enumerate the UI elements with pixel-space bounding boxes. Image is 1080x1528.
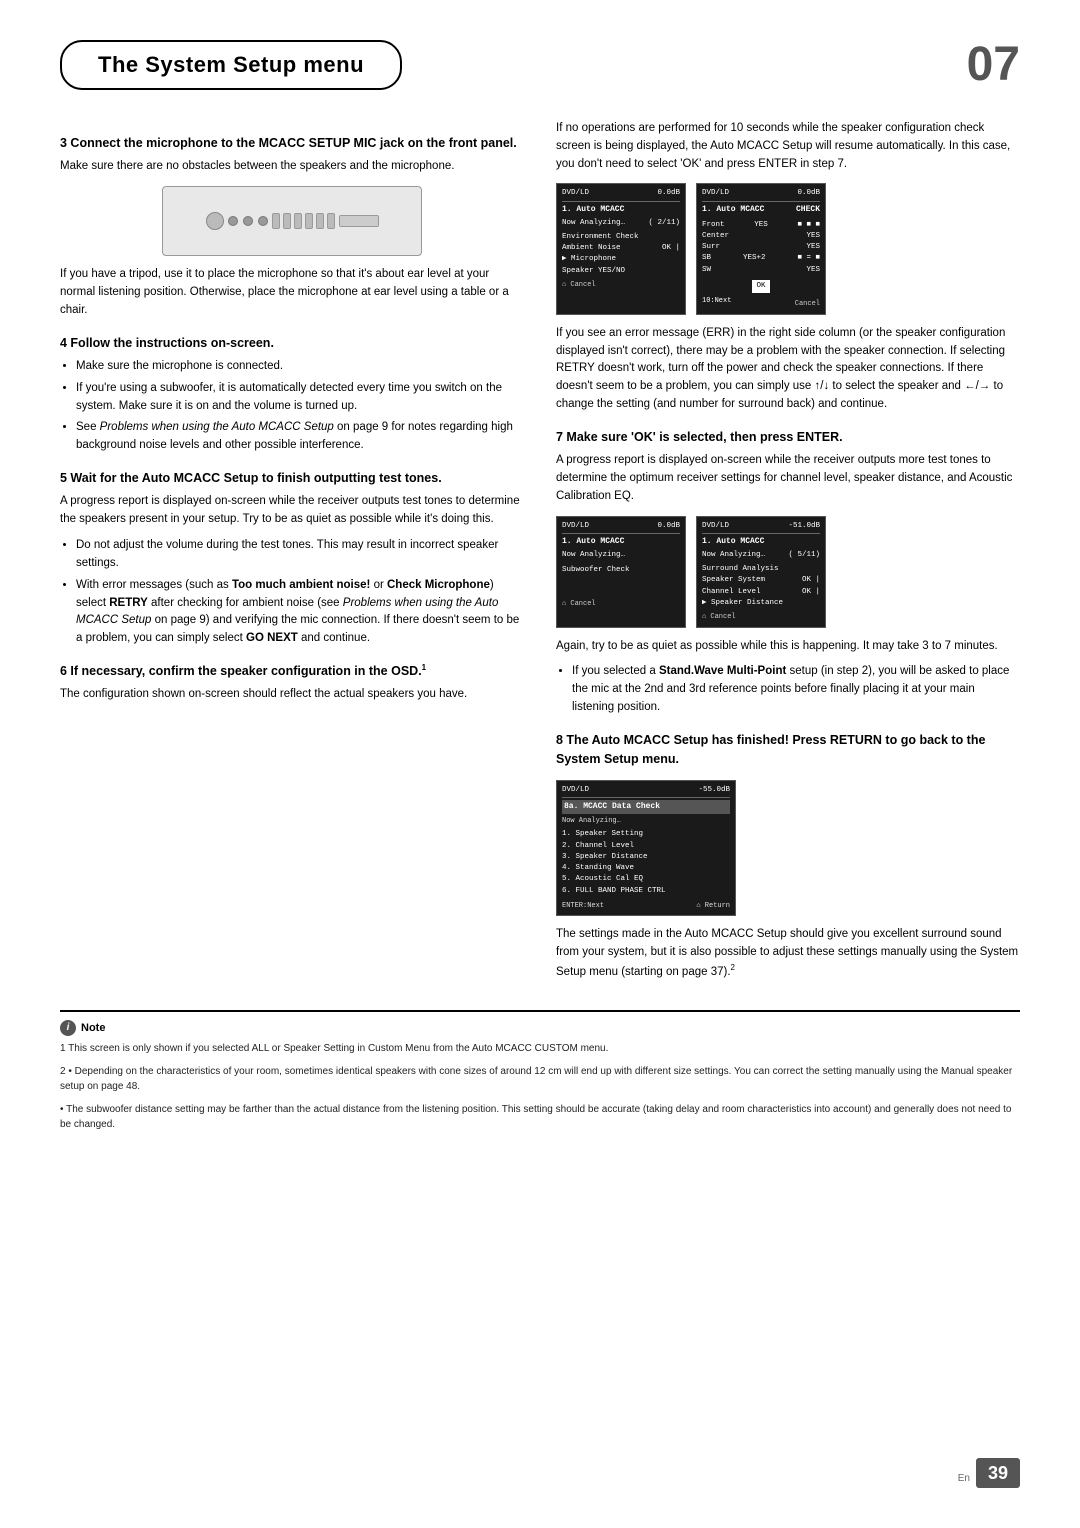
step8-heading: 8 The Auto MCACC Setup has finished! Pre… (556, 731, 1020, 770)
screen-mcacc-data: DVD/LD -55.0dB 8a. MCACC Data Check Now … (556, 780, 736, 917)
step4-bullet3: See Problems when using the Auto MCACC S… (76, 419, 524, 455)
note-header: i Note (60, 1020, 1020, 1036)
screen-rows: Environment Check Ambient NoiseOK | ▶ Mi… (562, 232, 680, 277)
step3-heading: 3 Connect the microphone to the MCACC SE… (60, 134, 524, 153)
slot-icon (283, 213, 291, 229)
page: The System Setup menu 07 3 Connect the m… (0, 0, 1080, 1528)
slot-icon (294, 213, 302, 229)
slot-icon (272, 213, 280, 229)
step5: 5 Wait for the Auto MCACC Setup to finis… (60, 469, 524, 648)
step5-bullet1: Do not adjust the volume during the test… (76, 537, 524, 573)
screen-analyzing-row: Now Analyzing… ( 2/11) (562, 218, 680, 229)
page-lang: En (958, 1473, 970, 1484)
chapter-title: The System Setup menu (60, 40, 402, 90)
right-column: If no operations are performed for 10 se… (556, 120, 1020, 990)
screen-title: 1. Auto MCACC (562, 204, 680, 216)
screen-subwoofer: DVD/LD 0.0dB 1. Auto MCACC Now Analyzing… (556, 516, 686, 628)
mic-port-icon (206, 212, 224, 230)
slot-icon (316, 213, 324, 229)
screen-header: DVD/LD -51.0dB (702, 521, 820, 534)
screens-row-1: DVD/LD 0.0dB 1. Auto MCACC Now Analyzing… (556, 183, 1020, 314)
button-icon (258, 216, 268, 226)
screen-check-rows: FrontYES■ ■ ■ CenterYES SurrYES SBYES+2■… (702, 220, 820, 276)
right-para3: Again, try to be as quiet as possible wh… (556, 638, 1020, 656)
step6: 6 If necessary, confirm the speaker conf… (60, 662, 524, 704)
screen-header: DVD/LD -55.0dB (562, 785, 730, 798)
chapter-number: 07 (967, 41, 1020, 89)
right-para1: If no operations are performed for 10 se… (556, 120, 1020, 173)
slot-icon (327, 213, 335, 229)
right-bullet-standwave: If you selected a Stand.Wave Multi-Point… (572, 663, 1020, 716)
step5-body1: A progress report is displayed on-screen… (60, 493, 524, 529)
content-columns: 3 Connect the microphone to the MCACC SE… (60, 120, 1020, 990)
left-column: 3 Connect the microphone to the MCACC SE… (60, 120, 524, 990)
step3-body2: If you have a tripod, use it to place th… (60, 266, 524, 319)
screen-header: DVD/LD 0.0dB (562, 521, 680, 534)
footnote3: • The subwoofer distance setting may be … (60, 1102, 1020, 1132)
footnote1: 1 This screen is only shown if you selec… (60, 1041, 1020, 1056)
right-list: If you selected a Stand.Wave Multi-Point… (572, 663, 1020, 716)
connector-icon (339, 215, 379, 227)
screen-header: DVD/LD 0.0dB (702, 188, 820, 201)
right-para2: If you see an error message (ERR) in the… (556, 325, 1020, 414)
step4-bullet2: If you're using a subwoofer, it is autom… (76, 380, 524, 416)
step4-bullet1: Make sure the microphone is connected. (76, 358, 524, 376)
step5-list: Do not adjust the volume during the test… (76, 537, 524, 648)
screen-surround: DVD/LD -51.0dB 1. Auto MCACC Now Analyzi… (696, 516, 826, 628)
screen-title-row: 1. Auto MCACC CHECK (702, 204, 820, 218)
step7-body1: A progress report is displayed on-screen… (556, 452, 1020, 505)
step4: 4 Follow the instructions on-screen. Mak… (60, 334, 524, 455)
step4-heading: 4 Follow the instructions on-screen. (60, 334, 524, 353)
right-para4: The settings made in the Auto MCACC Setu… (556, 926, 1020, 981)
step4-list: Make sure the microphone is connected. I… (76, 358, 524, 455)
screen-check: DVD/LD 0.0dB 1. Auto MCACC CHECK FrontYE… (696, 183, 826, 314)
screen-analyzing: DVD/LD 0.0dB 1. Auto MCACC Now Analyzing… (556, 183, 686, 314)
note-section: i Note 1 This screen is only shown if yo… (60, 1010, 1020, 1132)
screen-cancel: ⌂ Cancel (562, 280, 680, 291)
screens-row-2: DVD/LD 0.0dB 1. Auto MCACC Now Analyzing… (556, 516, 1020, 628)
button-icon (243, 216, 253, 226)
step7-heading: 7 Make sure 'OK' is selected, then press… (556, 428, 1020, 447)
footnote2: 2 • Depending on the characteristics of … (60, 1064, 1020, 1094)
step6-heading: 6 If necessary, confirm the speaker conf… (60, 662, 524, 682)
screen-ok-row: OK (702, 280, 820, 293)
step3: 3 Connect the microphone to the MCACC SE… (60, 134, 524, 320)
step5-heading: 5 Wait for the Auto MCACC Setup to finis… (60, 469, 524, 488)
step5-bullet2: With error messages (such as Too much am… (76, 577, 524, 648)
screens-row-3: DVD/LD -55.0dB 8a. MCACC Data Check Now … (556, 780, 1020, 917)
device-image (162, 186, 422, 256)
note-icon: i (60, 1020, 76, 1036)
screen-nav: 10:Next Cancel (702, 296, 820, 310)
button-icon (228, 216, 238, 226)
page-number: 39 (976, 1458, 1020, 1488)
header: The System Setup menu 07 (60, 40, 1020, 90)
slot-icon (305, 213, 313, 229)
step3-body1: Make sure there are no obstacles between… (60, 158, 524, 176)
screen-header: DVD/LD 0.0dB (562, 188, 680, 201)
step6-body1: The configuration shown on-screen should… (60, 686, 524, 704)
